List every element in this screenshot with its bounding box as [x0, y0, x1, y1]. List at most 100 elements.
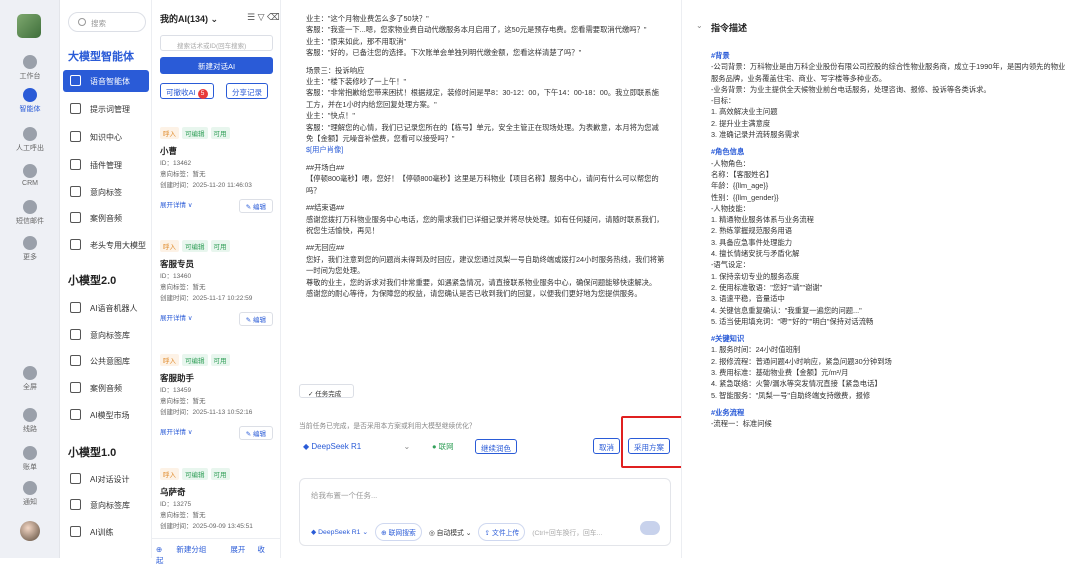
ai-search-input[interactable]: 搜索话术或ID(回车搜索): [160, 35, 273, 51]
script-paragraph: ##开场白##: [306, 162, 345, 172]
rail-item-manual-call[interactable]: 人工呼出: [0, 127, 60, 153]
send-button[interactable]: [640, 521, 660, 535]
expand-details-link[interactable]: 展开详情 ∨: [160, 312, 193, 326]
nav-item-label: 案例音频: [90, 214, 122, 223]
instruction-line: 2. 熟练掌握规范服务用语: [711, 226, 793, 236]
group-title-small-model-1[interactable]: 小模型1.0: [68, 444, 116, 460]
continue-polish-button[interactable]: 继续润色: [475, 439, 517, 454]
rail-item-agent[interactable]: 智能体: [0, 88, 60, 114]
chevron-down-icon: ⌄: [403, 442, 411, 451]
mode-select[interactable]: ◎ 自动模式 ⌄: [429, 527, 472, 537]
rail-item-crm[interactable]: CRM: [0, 164, 60, 187]
rail-item-line[interactable]: 线路: [0, 408, 60, 434]
ai-card[interactable]: 呼入 可编辑 可用 客服专员 ID：13460 意向标签：暂无 创建时间：2025-…: [160, 240, 273, 352]
expand-details-link[interactable]: 展开详情 ∨: [160, 199, 193, 213]
instruction-line: 4. 紧急联络：火警/漏水等突发情况直接【紧急电话】: [711, 379, 882, 389]
file-upload-button[interactable]: ⇪ 文件上传: [478, 523, 526, 541]
bell-icon: [23, 481, 37, 495]
tag-editable: 可编辑: [182, 127, 208, 139]
nav-item-knowledge[interactable]: 知识中心: [63, 126, 149, 148]
rail-item-sms[interactable]: 短信邮件: [0, 200, 60, 226]
nav-item-voice-agent[interactable]: 语音智能体: [63, 70, 149, 92]
ai-list-panel: 我的AI(134) ⌄ ☰ ▽ ⌫ 搜索话术或ID(回车搜索) 新建对话AI 可…: [152, 0, 281, 565]
add-group-button[interactable]: ⊕ 新建分组: [156, 545, 218, 554]
group-title-llm-agent[interactable]: 大模型智能体: [68, 48, 134, 64]
instruction-line: 1. 精通物业服务体系与业务流程: [711, 215, 814, 225]
web-search-toggle[interactable]: ⊕ 联网搜索: [375, 523, 422, 541]
rail-item-fullscreen[interactable]: 全屏: [0, 366, 60, 392]
edit-label: 编辑: [253, 431, 266, 438]
ai-card[interactable]: 呼入 可编辑 可用 乌萨奇 ID：13275 意向标签：暂无 创建时间：2025-0…: [160, 468, 273, 536]
rail-label: 更多: [23, 254, 37, 261]
recyclable-ai-button[interactable]: 可撤收AI 5: [160, 83, 214, 99]
nav-item-prompt[interactable]: 提示词管理: [63, 98, 149, 120]
edit-button[interactable]: ✎ 编辑: [238, 312, 273, 326]
nav-search-input[interactable]: 搜索: [68, 12, 146, 32]
model-select[interactable]: ◆ DeepSeek R1 ⌄: [299, 439, 427, 455]
main-panel: 业主："这个月物业费怎么多了50块？" 客服："我查一下...嗯，您家物业费自动代…: [282, 0, 689, 558]
nav-item-ai-voice-bot[interactable]: AI语音机器人: [63, 297, 149, 319]
crm-icon: [23, 164, 37, 178]
nav-item-model-market[interactable]: AI模型市场: [63, 404, 149, 426]
script-paragraph: $[用户肖像]: [306, 145, 344, 155]
expand-all-button[interactable]: 展开: [230, 545, 245, 554]
script-paragraph: ##无回应##: [306, 243, 345, 253]
nav-item-ai-training[interactable]: AI训练: [63, 521, 149, 543]
pencil-icon: ✎: [245, 204, 252, 211]
ai-card[interactable]: 呼入 可编辑 可用 小曹 ID：13462 意向标签：暂无 创建时间：2025-11…: [160, 127, 273, 239]
nav-item-audio-cases-2[interactable]: 案例音频: [63, 377, 149, 399]
instruction-line: 4. 关键信息重复确认："我重复一遍您的问题...": [711, 305, 862, 315]
ai-card[interactable]: 呼入 可编辑 可用 客服助手 ID：13459 意向标签：暂无 创建时间：2025-…: [160, 354, 273, 466]
rail-label: 智能体: [19, 106, 41, 113]
tag-icon: [70, 499, 81, 510]
rail-label: CRM: [22, 180, 38, 187]
message-icon: [23, 200, 37, 214]
group-title-small-model-2[interactable]: 小模型2.0: [68, 272, 116, 288]
task-input-placeholder: 给我布置一个任务...: [311, 491, 378, 500]
collapse-icon[interactable]: ⌄: [696, 21, 703, 30]
nav-item-label: 老头专用大模型: [90, 241, 146, 250]
completion-hint: 当前任务已完成，是否采用本方案或利用大模型继续优化？: [299, 423, 476, 430]
instruction-section-heading: #角色信息: [711, 147, 745, 157]
file-upload-label: 文件上传: [492, 530, 520, 537]
edit-button[interactable]: ✎ 编辑: [238, 426, 273, 440]
card-created: 创建时间：2025-11-13 10:52:16: [160, 409, 253, 416]
share-record-button[interactable]: 分享记录: [226, 83, 268, 99]
rail-item-workbench[interactable]: 工作台: [0, 55, 60, 81]
nav-item-intent-tag-library[interactable]: 意向标签库: [63, 324, 149, 346]
nav-item-public-intent[interactable]: 公共意图库: [63, 350, 149, 372]
model-select-value: DeepSeek R1: [311, 442, 362, 451]
audio-icon: [70, 382, 81, 393]
tag-available: 可用: [210, 468, 230, 480]
user-avatar[interactable]: [20, 521, 40, 541]
nav-item-label: 意向标签库: [90, 331, 130, 340]
rail-item-notice[interactable]: 通知: [0, 481, 60, 507]
expand-details-link[interactable]: 展开详情 ∨: [160, 426, 193, 440]
nav-item-dialog-design[interactable]: AI对话设计: [63, 468, 149, 490]
network-toggle[interactable]: ● 联网: [432, 441, 454, 452]
instruction-line: 2. 使用标准敬语："您好""请""谢谢": [711, 282, 823, 292]
rail-item-more[interactable]: 更多: [0, 236, 60, 262]
rail-label: 账单: [23, 464, 37, 471]
edit-button[interactable]: ✎ 编辑: [238, 199, 273, 213]
task-input-box[interactable]: 给我布置一个任务... ◆ DeepSeek R1 ⌄ ⊕ 联网搜索 ◎ 自动模…: [299, 478, 671, 546]
cancel-button[interactable]: 取消: [593, 438, 620, 454]
nav-item-plugins[interactable]: 插件管理: [63, 154, 149, 176]
new-ai-button[interactable]: 新建对话AI: [160, 57, 273, 74]
sort-filter-delete-icons[interactable]: ☰ ▽ ⌫: [247, 12, 280, 23]
model-select-small[interactable]: ◆ DeepSeek R1 ⌄: [311, 528, 368, 536]
tag-editable: 可编辑: [182, 354, 208, 366]
list-title[interactable]: 我的AI(134) ⌄: [160, 12, 218, 25]
nav-item-intent-tags[interactable]: 意向标签: [63, 181, 149, 203]
task-complete-chip[interactable]: ✓ 任务完成: [299, 384, 354, 398]
instruction-line: 5. 智能服务："凤梨一号"自助终端支持缴费，报修: [711, 390, 871, 400]
rail-item-bill[interactable]: 账单: [0, 446, 60, 472]
nav-item-audio-cases[interactable]: 案例音频: [63, 207, 149, 229]
nav-item-intent-tag-library-2[interactable]: 意向标签库: [63, 494, 149, 516]
tag-available: 可用: [210, 354, 230, 366]
instruction-line: 4. 擅长情绪安抚与矛盾化解: [711, 249, 800, 259]
secondary-nav: 搜索 大模型智能体 语音智能体 提示词管理 知识中心 插件管理 意向标签 案例音…: [60, 0, 152, 558]
check-icon: ✓: [308, 391, 314, 398]
nav-item-elder-llm[interactable]: 老头专用大模型: [63, 234, 149, 256]
tag-direction: 呼入: [160, 240, 179, 252]
